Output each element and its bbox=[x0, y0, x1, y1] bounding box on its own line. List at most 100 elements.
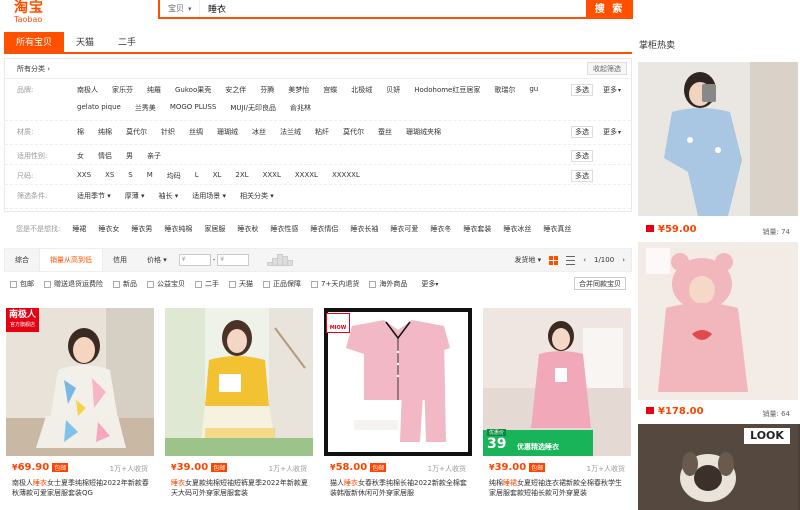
filter-option[interactable]: 安之伴 bbox=[225, 85, 246, 95]
taobao-logo[interactable]: 淘宝 Taobao bbox=[14, 0, 44, 24]
filter-option[interactable]: 法兰绒 bbox=[280, 127, 301, 137]
filter-option[interactable]: 厚薄 ▾ bbox=[125, 191, 145, 201]
filter-option[interactable]: 珊瑚绒 bbox=[217, 127, 238, 137]
filter-option[interactable]: 袖长 ▾ bbox=[159, 191, 179, 201]
filter-option[interactable]: M bbox=[147, 171, 153, 181]
sort-price[interactable]: 价格 ▾ bbox=[137, 249, 177, 271]
filter-option[interactable]: 家乐芬 bbox=[112, 85, 133, 95]
filter-checkbox[interactable]: 包邮 bbox=[10, 279, 34, 289]
price-min-input[interactable]: ¥ bbox=[178, 254, 211, 266]
side-product-image[interactable] bbox=[638, 62, 798, 216]
filter-checkbox[interactable]: 天猫 bbox=[229, 279, 253, 289]
related-search-item[interactable]: 睡衣女 bbox=[98, 218, 119, 240]
search-category-select[interactable]: 宝贝 bbox=[160, 0, 200, 17]
checkbox-icon[interactable] bbox=[311, 280, 318, 288]
checkbox-icon[interactable] bbox=[44, 280, 51, 288]
filter-option[interactable]: 美梦怡 bbox=[288, 85, 309, 95]
prev-page-icon[interactable]: ‹ bbox=[583, 256, 586, 264]
related-search-item[interactable]: 睡衣长袖 bbox=[350, 218, 378, 240]
collapse-filter-button[interactable]: 收起筛选 bbox=[587, 62, 627, 75]
filter-option[interactable]: 俞兆林 bbox=[290, 103, 311, 113]
filter-option[interactable]: 莫代尔 bbox=[126, 127, 147, 137]
filter-option[interactable]: 丝绸 bbox=[189, 127, 203, 137]
filter-option[interactable]: gu bbox=[529, 85, 538, 95]
product-card[interactable]: 优惠价 39 优惠精选睡衣 ¥39.00 包邮 1万+人收货 纯棉睡裙女夏短袖连衣… bbox=[483, 308, 631, 510]
checkbox-icon[interactable] bbox=[369, 280, 377, 288]
sort-credit[interactable]: 信用 bbox=[103, 249, 137, 271]
filter-option[interactable]: 均码 bbox=[167, 171, 181, 181]
filter-option[interactable]: 北极绒 bbox=[351, 85, 372, 95]
checkbox-icon[interactable] bbox=[10, 280, 17, 288]
checkbox-icon[interactable] bbox=[263, 280, 270, 288]
product-image[interactable]: MIOW bbox=[324, 308, 472, 456]
related-search-item[interactable]: 睡衣冰丝 bbox=[503, 218, 531, 240]
filter-checkbox[interactable]: 正品保障 bbox=[263, 279, 301, 289]
related-search-item[interactable]: 睡衣秋 bbox=[237, 218, 258, 240]
product-card[interactable]: 南极人 官方旗舰店 ¥69.90 包邮 1万+人收货 南极人睡衣女士夏季纯棉短袖20… bbox=[6, 308, 154, 510]
product-image[interactable] bbox=[165, 308, 313, 456]
filter-option[interactable]: 纯棉 bbox=[98, 127, 112, 137]
product-title[interactable]: 睡衣女夏款纯棉短袖短裤夏季2022年新款夏天大码可外穿家居服套装 bbox=[171, 478, 309, 498]
filter-option[interactable]: 棉 bbox=[77, 127, 84, 137]
related-search-item[interactable]: 睡衣真丝 bbox=[543, 218, 571, 240]
multi-select-button[interactable]: 多选 bbox=[571, 126, 593, 138]
product-card[interactable]: MIOW ¥58.00 包邮 1万+人收货 猫人睡衣女春秋季纯棉长袖2022新款全… bbox=[324, 308, 472, 510]
filter-option[interactable]: Gukoo果壳 bbox=[175, 85, 211, 95]
related-search-item[interactable]: 睡衣套装 bbox=[463, 218, 491, 240]
tab-tmall[interactable]: 天猫 bbox=[64, 32, 106, 52]
filter-checkbox[interactable]: 公益宝贝 bbox=[147, 279, 185, 289]
filter-option[interactable]: XL bbox=[213, 171, 222, 181]
more-filters-dropdown[interactable]: 更多 bbox=[421, 279, 438, 289]
side-product-card[interactable]: LOOK bbox=[638, 424, 800, 510]
filter-option[interactable]: XXXL bbox=[263, 171, 281, 181]
filter-option[interactable]: 冰丝 bbox=[252, 127, 266, 137]
related-search-item[interactable]: 睡衣可爱 bbox=[390, 218, 418, 240]
filter-option[interactable]: 南极人 bbox=[77, 85, 98, 95]
related-search-item[interactable]: 睡衣冬 bbox=[430, 218, 451, 240]
list-view-icon[interactable] bbox=[566, 255, 576, 265]
search-button[interactable]: 搜 索 bbox=[586, 0, 633, 19]
grid-view-icon[interactable] bbox=[549, 255, 559, 265]
more-options-button[interactable]: 更多 bbox=[603, 85, 621, 95]
checkbox-icon[interactable] bbox=[229, 280, 236, 288]
filter-option[interactable]: Hodohome红豆居家 bbox=[414, 85, 480, 95]
related-search-item[interactable]: 睡衣男 bbox=[131, 218, 152, 240]
filter-option[interactable]: MOGO PLUSS bbox=[170, 103, 217, 113]
filter-option[interactable]: XXXXL bbox=[295, 171, 318, 181]
related-search-item[interactable]: 睡衣纯棉 bbox=[164, 218, 192, 240]
next-page-icon[interactable]: › bbox=[622, 256, 625, 264]
checkbox-icon[interactable] bbox=[147, 280, 154, 288]
filter-option[interactable]: 粘纤 bbox=[315, 127, 329, 137]
product-image[interactable]: 优惠价 39 优惠精选睡衣 bbox=[483, 308, 631, 456]
product-card[interactable]: ¥39.00 包邮 1万+人收货 睡衣女夏款纯棉短袖短裤夏季2022年新款夏天大码… bbox=[165, 308, 313, 510]
crumb-all-categories[interactable]: 所有分类 bbox=[17, 65, 45, 73]
more-options-button[interactable]: 更多 bbox=[603, 127, 621, 137]
product-title[interactable]: 南极人睡衣女士夏季纯棉短袖2022年新款春秋薄款可爱家居服套装QG bbox=[12, 478, 150, 498]
filter-option[interactable]: 男 bbox=[126, 151, 133, 161]
search-input[interactable] bbox=[200, 0, 631, 17]
price-max-input[interactable]: ¥ bbox=[217, 254, 250, 266]
product-title[interactable]: 纯棉睡裙女夏短袖连衣裙新款全棉春秋学生家居服套款短袖长款可外穿夏装 bbox=[489, 478, 627, 498]
filter-option[interactable]: 宫蝶 bbox=[323, 85, 337, 95]
filter-option[interactable]: 歌瑞尔 bbox=[494, 85, 515, 95]
filter-option[interactable]: 适用季节 ▾ bbox=[77, 191, 111, 201]
tab-secondhand[interactable]: 二手 bbox=[106, 32, 148, 52]
filter-option[interactable]: 芬腾 bbox=[260, 85, 274, 95]
filter-option[interactable]: 蚕丝 bbox=[378, 127, 392, 137]
price-distribution-icon[interactable] bbox=[267, 254, 294, 266]
filter-option[interactable]: 莫代尔 bbox=[343, 127, 364, 137]
related-search-item[interactable]: 睡衣性感 bbox=[270, 218, 298, 240]
filter-option[interactable]: MUJI/无印良品 bbox=[230, 103, 276, 113]
product-title[interactable]: 猫人睡衣女春秋季纯棉长袖2022新款全棉套装韩版新休闲可外穿家居服 bbox=[330, 478, 468, 498]
filter-option[interactable]: L bbox=[195, 171, 199, 181]
filter-option[interactable]: 贝妍 bbox=[386, 85, 400, 95]
filter-option[interactable]: 2XL bbox=[235, 171, 248, 181]
multi-select-button[interactable]: 多选 bbox=[571, 150, 593, 162]
side-product-card[interactable]: ¥59.00 销量: 74 bbox=[638, 62, 800, 236]
checkbox-icon[interactable] bbox=[195, 280, 202, 288]
ship-from-select[interactable]: 发货地 ▾ bbox=[514, 255, 541, 265]
filter-option[interactable]: 亲子 bbox=[147, 151, 161, 161]
filter-option[interactable]: XXXXXL bbox=[332, 171, 360, 181]
multi-select-button[interactable]: 多选 bbox=[571, 170, 593, 182]
product-image[interactable]: 南极人 官方旗舰店 bbox=[6, 308, 154, 456]
